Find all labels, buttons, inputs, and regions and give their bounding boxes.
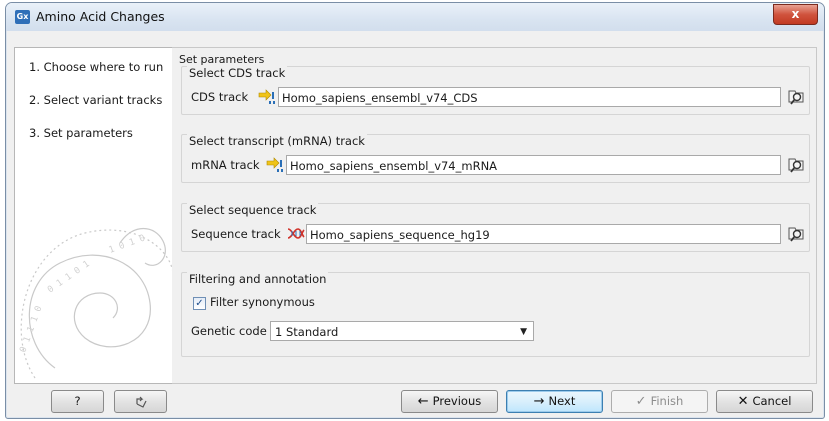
- checkmark-icon: ✓: [635, 394, 647, 409]
- panel-title: Set parameters: [179, 53, 265, 66]
- next-label: Next: [548, 394, 576, 408]
- filter-synonymous-checkbox[interactable]: ✓: [193, 297, 206, 310]
- step-choose-where-to-run: 1. Choose where to run: [29, 60, 163, 74]
- previous-label: Previous: [432, 394, 482, 408]
- arrow-right-icon: →: [533, 394, 545, 409]
- step-set-parameters: 3. Set parameters: [29, 126, 133, 140]
- decorative-spiral-watermark: 0 1 1 0 1 0 1 1 1 0 1 0 1 0: [18, 227, 173, 379]
- browse-magnifier-icon[interactable]: [786, 87, 806, 107]
- cancel-label: Cancel: [752, 394, 792, 408]
- previous-button[interactable]: ← Previous: [401, 390, 498, 413]
- cds-track-field[interactable]: Homo_sapiens_ensembl_v74_CDS: [278, 87, 781, 107]
- group-title: Select CDS track: [187, 66, 288, 80]
- help-button[interactable]: ?: [51, 390, 104, 413]
- step-number: 3.: [29, 126, 40, 140]
- step-number: 1.: [29, 60, 40, 74]
- sequence-track-field[interactable]: Homo_sapiens_sequence_hg19: [306, 224, 781, 244]
- mrna-track-group: Select transcript (mRNA) track mRNA trac…: [181, 134, 810, 183]
- finish-button[interactable]: ✓ Finish: [611, 390, 708, 413]
- step-label: Choose where to run: [43, 60, 164, 74]
- step-label: Set parameters: [43, 126, 133, 140]
- chevron-down-icon: ▼: [520, 327, 527, 337]
- cds-track-label: CDS track: [191, 90, 249, 104]
- genetic-code-value: 1 Standard: [275, 325, 339, 339]
- wizard-steps-panel: 1. Choose where to run 2. Select variant…: [14, 47, 174, 384]
- group-title: Select sequence track: [187, 203, 319, 217]
- step-number: 2.: [29, 93, 40, 107]
- genetic-code-label: Genetic code: [191, 324, 267, 338]
- svg-text:0 1 1 1 0: 0 1 1 1 0: [18, 305, 44, 354]
- reset-arrow-icon: [135, 396, 147, 408]
- svg-text:0 1 1 0 1: 0 1 1 0 1: [46, 259, 92, 295]
- finish-label: Finish: [650, 394, 684, 408]
- filtering-annotation-group: Filtering and annotation ✓ Filter synony…: [181, 272, 810, 357]
- title-bar[interactable]: Gx Amino Acid Changes x: [6, 3, 824, 31]
- cancel-button[interactable]: ✕ Cancel: [716, 390, 813, 413]
- svg-text:1 0 1 0: 1 0 1 0: [108, 233, 147, 255]
- sequence-track-group: Select sequence track Sequence track Hom…: [181, 203, 810, 252]
- mrna-track-field[interactable]: Homo_sapiens_ensembl_v74_mRNA: [286, 155, 781, 175]
- step-select-variant-tracks: 2. Select variant tracks: [29, 93, 162, 107]
- mrna-track-label: mRNA track: [191, 158, 260, 172]
- dialog-window: Gx Amino Acid Changes x 1. Choose where …: [5, 2, 825, 419]
- window-title: Amino Acid Changes: [36, 9, 165, 24]
- group-title: Select transcript (mRNA) track: [187, 134, 367, 148]
- browse-magnifier-icon[interactable]: [786, 224, 806, 244]
- genetic-code-select[interactable]: 1 Standard ▼: [270, 321, 534, 341]
- restore-defaults-button[interactable]: [114, 390, 167, 413]
- browse-magnifier-icon[interactable]: [786, 155, 806, 175]
- annotation-track-icon: [266, 157, 283, 172]
- app-icon: Gx: [15, 10, 30, 24]
- cds-track-group: Select CDS track CDS track Homo_sapiens_…: [181, 66, 810, 115]
- next-button[interactable]: → Next: [506, 390, 603, 413]
- close-button[interactable]: x: [773, 4, 818, 25]
- step-label: Select variant tracks: [43, 93, 163, 107]
- parameters-panel: Set parameters Select CDS track CDS trac…: [172, 47, 817, 384]
- x-icon: ✕: [737, 394, 749, 409]
- annotation-track-icon: [258, 89, 275, 104]
- sequence-track-label: Sequence track: [191, 227, 281, 241]
- filter-synonymous-label: Filter synonymous: [210, 295, 315, 309]
- arrow-left-icon: ←: [417, 394, 429, 409]
- group-title: Filtering and annotation: [187, 272, 329, 286]
- sequence-track-icon: [287, 228, 305, 239]
